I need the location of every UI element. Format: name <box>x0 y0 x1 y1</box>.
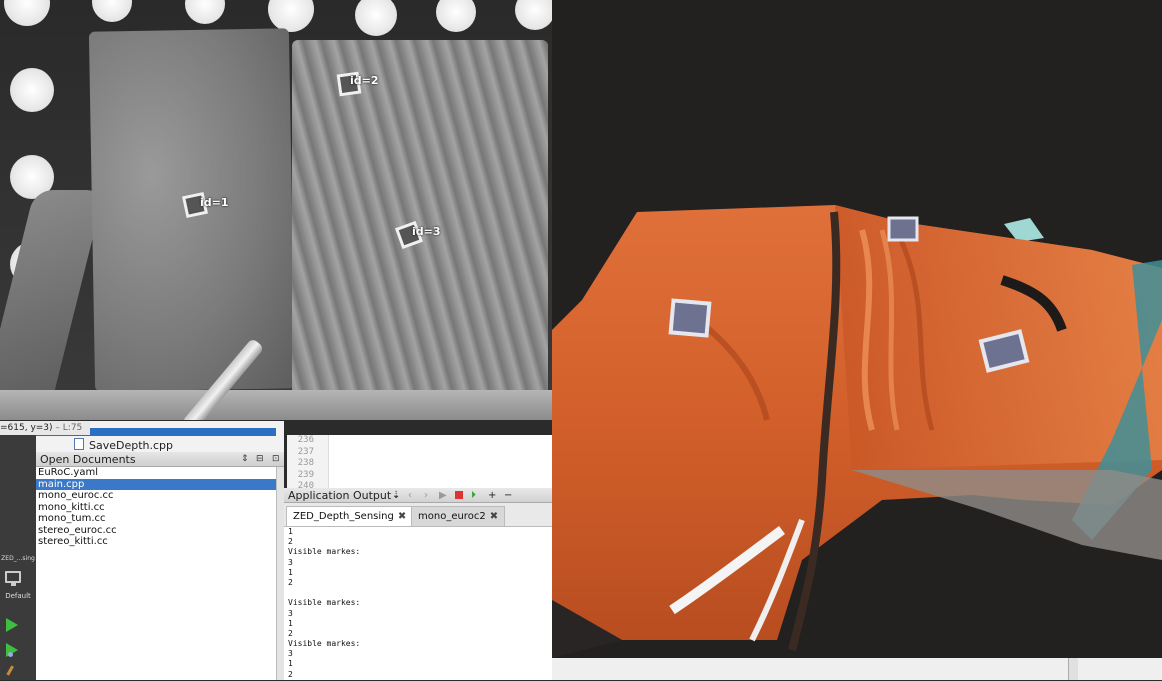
output-line: Visible markes: <box>288 598 361 608</box>
open-documents-header: Open Documents ⇕ ⊟ ⊡ <box>36 452 284 467</box>
open-document-item[interactable]: mono_euroc.cc <box>36 490 276 502</box>
open-document-item[interactable]: main.cpp <box>36 478 276 490</box>
output-line: 1 <box>288 567 293 577</box>
point-cloud-view[interactable] <box>552 0 1162 658</box>
marker-label: id=1 <box>200 196 229 209</box>
code-editor[interactable] <box>329 435 552 488</box>
coords-suffix: – L:75 <box>52 423 83 433</box>
kit-label[interactable]: Default <box>0 592 36 602</box>
line-number: 238 <box>297 458 314 468</box>
tab-label: ZED_Depth_Sensing <box>293 511 394 522</box>
zoom-out-icon[interactable]: − <box>504 488 512 503</box>
output-scrollbar[interactable] <box>1068 658 1078 680</box>
open-documents-scrollbar[interactable] <box>276 467 284 680</box>
rerun-icon[interactable]: ▶ <box>439 488 447 503</box>
close-pane-icon[interactable]: ⊡ <box>272 452 280 467</box>
tab-zed-depth-sensing[interactable]: ZED_Depth_Sensing ✖ <box>286 506 414 526</box>
output-line: 1 <box>288 618 293 628</box>
debug-run-icon[interactable] <box>6 643 18 657</box>
zoom-in-icon[interactable]: + <box>488 488 496 503</box>
output-line: 2 <box>288 669 293 679</box>
project-selector[interactable]: ZED_...sing <box>0 555 36 567</box>
open-document-item[interactable]: stereo_euroc.cc <box>36 525 276 537</box>
project-tree-item[interactable]: SaveDepth.cpp <box>74 438 173 452</box>
board-bottom <box>0 390 552 420</box>
stop-icon[interactable] <box>455 491 463 499</box>
cloud-aruco-tag <box>887 216 919 242</box>
calibration-dot <box>10 68 54 112</box>
marker-label: id=3 <box>412 225 441 238</box>
close-icon[interactable]: ✖ <box>490 511 498 522</box>
status-coordinates: =615, y=3) – L:75 <box>0 421 90 435</box>
output-line: 3 <box>288 608 293 618</box>
tab-mono-euroc2[interactable]: mono_euroc2 ✖ <box>411 506 506 526</box>
line-number: 239 <box>297 469 314 480</box>
output-line: 1 <box>288 659 293 669</box>
output-line: 3 <box>288 649 293 659</box>
point-cloud-render <box>552 205 1162 658</box>
open-documents-list: EuRoC.yaml main.cpp mono_euroc.cc mono_k… <box>36 467 276 680</box>
tab-label: mono_euroc2 <box>418 511 486 522</box>
application-output-title: Application Output <box>288 489 392 502</box>
clay-model-right <box>292 40 548 395</box>
split-icon[interactable]: ⊟ <box>256 452 264 467</box>
line-number: 236 <box>297 435 314 445</box>
open-document-item[interactable]: stereo_kitti.cc <box>36 536 276 548</box>
cloud-aruco-tag <box>668 298 712 338</box>
file-icon <box>74 438 84 450</box>
debug-attach-icon[interactable]: ⏵ <box>471 488 476 503</box>
attach-icon[interactable]: ⇣ <box>392 488 400 503</box>
editor-line-numbers: 236 237 238 239 240 <box>287 435 329 491</box>
run-icon[interactable] <box>6 618 18 632</box>
open-document-item[interactable]: mono_kitti.cc <box>36 502 276 514</box>
application-output-tabs: ZED_Depth_Sensing ✖ mono_euroc2 ✖ <box>284 503 552 527</box>
application-output-text[interactable]: 1 2 Visible markes: 3 1 2 Visible markes… <box>284 527 552 680</box>
output-line: 2 <box>288 577 293 587</box>
output-line: 1 <box>288 527 293 536</box>
previous-icon[interactable]: ‹ <box>408 488 412 503</box>
sort-icon[interactable]: ⇕ <box>241 452 249 467</box>
output-line: 2 <box>288 537 293 547</box>
coords-text: =615, y=3) <box>0 423 53 433</box>
bottom-gray <box>852 470 1162 560</box>
output-line: 3 <box>288 557 293 567</box>
project-tree-item-label: SaveDepth.cpp <box>89 439 174 452</box>
monitor-icon[interactable] <box>5 571 21 586</box>
close-icon[interactable]: ✖ <box>398 511 406 522</box>
line-number: 237 <box>297 446 314 457</box>
camera-grayscale-view: id=1 id=2 id=3 <box>0 0 552 420</box>
open-documents-title: Open Documents <box>40 453 136 466</box>
application-output-toolbar: Application Output ⇣ ‹ › ▶ ⏵ + − <box>284 488 552 503</box>
next-icon[interactable]: › <box>424 488 428 503</box>
open-document-item[interactable]: EuRoC.yaml <box>36 467 276 479</box>
output-line: 2 <box>288 628 293 638</box>
marker-label: id=2 <box>350 74 379 87</box>
output-line: Visible markes: <box>288 547 361 557</box>
open-document-item[interactable]: mono_tum.cc <box>36 513 276 525</box>
output-line: Visible markes: <box>288 639 361 649</box>
